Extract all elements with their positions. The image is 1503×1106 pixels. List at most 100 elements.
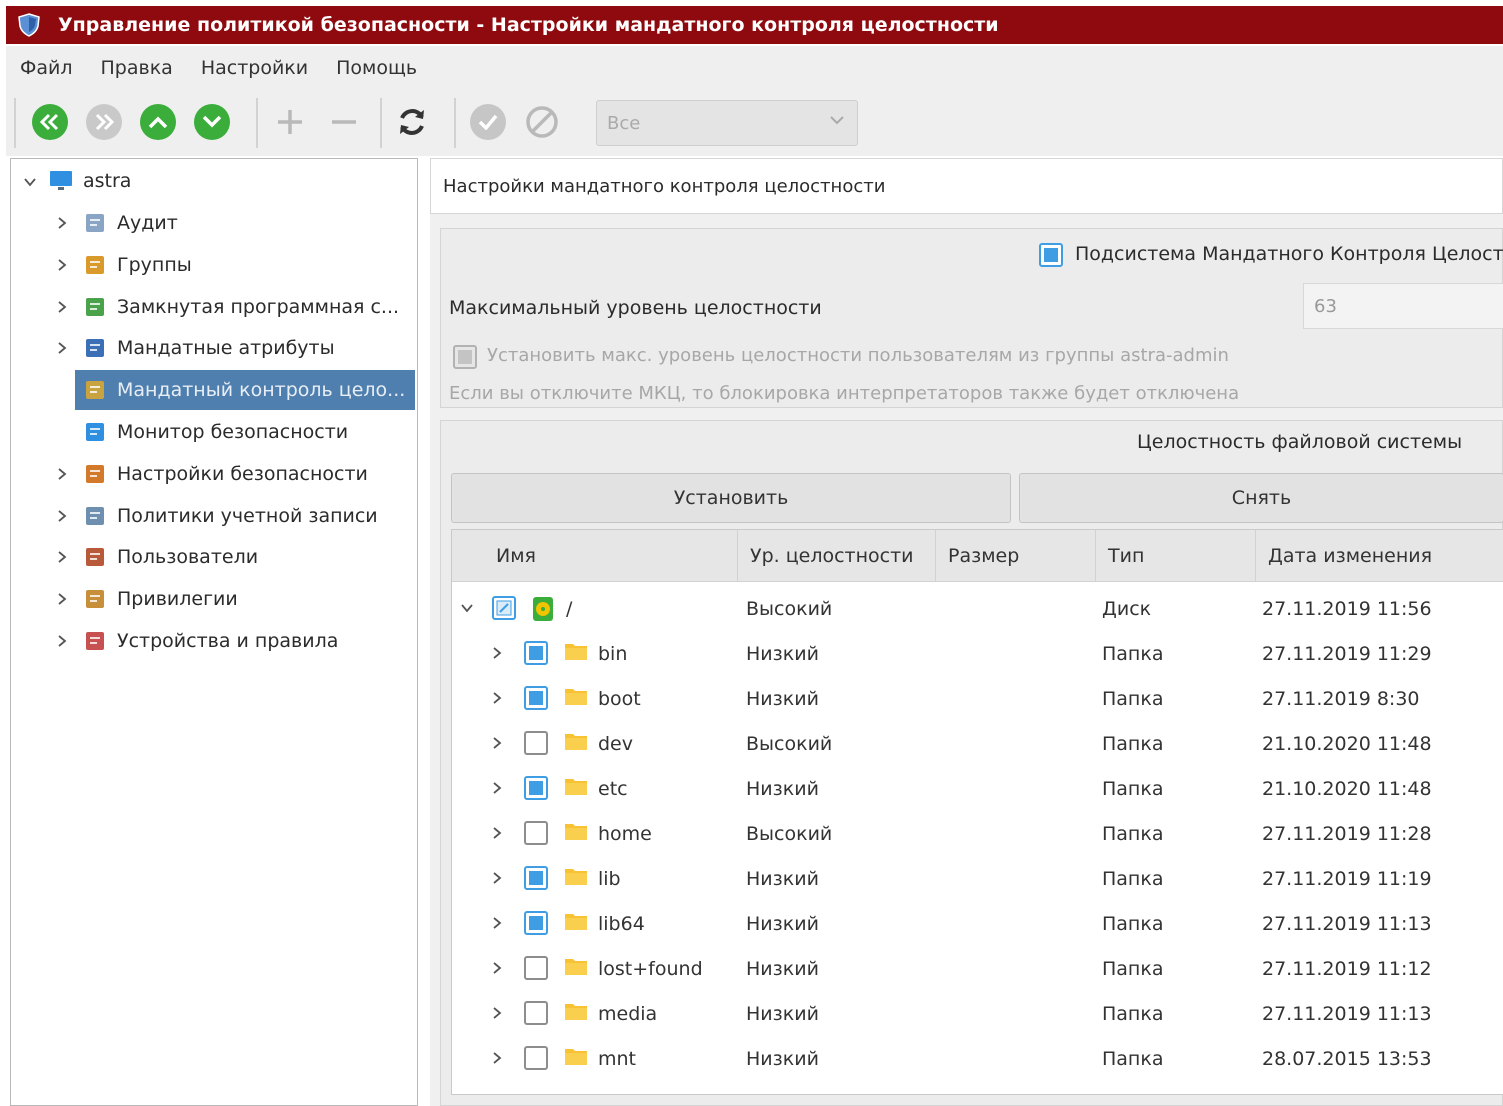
row-checkbox[interactable] [524, 821, 548, 845]
chevron-down-icon[interactable] [460, 601, 474, 615]
chevron-down-icon[interactable] [23, 175, 37, 189]
back-button[interactable] [32, 104, 68, 140]
chevron-right-icon[interactable] [55, 467, 69, 481]
chevron-right-icon[interactable] [490, 1051, 504, 1065]
tree-item[interactable]: Устройства и правила [11, 621, 415, 661]
chevron-right-icon[interactable] [55, 550, 69, 564]
row-checkbox[interactable] [524, 776, 548, 800]
table-row[interactable]: media Низкий Папка 27.11.2019 11:13 [452, 991, 1503, 1036]
chevron-right-icon[interactable] [55, 216, 69, 230]
refresh-button[interactable] [394, 104, 430, 140]
tree-item-label: Привилегии [117, 588, 238, 611]
row-name: home [598, 822, 652, 845]
double-chevron-right-icon [95, 113, 115, 131]
chevron-right-icon[interactable] [490, 916, 504, 930]
closed-software-icon [86, 297, 104, 316]
filter-select[interactable]: Все [596, 100, 858, 146]
shield-icon [18, 13, 40, 37]
row-checkbox[interactable] [524, 911, 548, 935]
menu-help[interactable]: Помощь [336, 57, 417, 79]
table-row[interactable]: etc Низкий Папка 21.10.2020 11:48 [452, 766, 1503, 811]
row-checkbox[interactable] [524, 731, 548, 755]
chevron-right-icon[interactable] [55, 509, 69, 523]
tree-item[interactable]: Политики учетной записи [11, 496, 415, 536]
chevron-down-icon [830, 116, 844, 125]
unset-button[interactable]: Снять [1019, 473, 1503, 523]
chevron-right-icon[interactable] [490, 871, 504, 885]
window-title: Управление политикой безопасности - Наст… [58, 14, 999, 36]
menu-edit[interactable]: Правка [101, 57, 173, 79]
set-button[interactable]: Установить [451, 473, 1011, 523]
tree-item[interactable]: Мандатные атрибуты [11, 328, 415, 368]
tree-item-astra[interactable]: astra [11, 161, 415, 201]
up-button[interactable] [140, 104, 176, 140]
table-row[interactable]: mnt Низкий Папка 28.07.2015 13:53 [452, 1036, 1503, 1081]
row-checkbox[interactable] [524, 1001, 548, 1025]
set-max-level-checkbox[interactable] [453, 345, 477, 369]
chevron-right-icon[interactable] [55, 300, 69, 314]
row-level: Высокий [746, 597, 833, 620]
chevron-right-icon[interactable] [55, 634, 69, 648]
row-checkbox[interactable] [492, 596, 516, 620]
row-checkbox[interactable] [524, 686, 548, 710]
table-row[interactable]: lib64 Низкий Папка 27.11.2019 11:13 [452, 901, 1503, 946]
disk-icon [533, 597, 553, 621]
column-level[interactable]: Ур. целостности [738, 530, 936, 582]
chevron-right-icon[interactable] [490, 826, 504, 840]
tree-item[interactable]: Пользователи [11, 537, 415, 577]
tree-item[interactable]: Настройки безопасности [11, 454, 415, 494]
folder-icon [565, 914, 587, 930]
chevron-right-icon[interactable] [490, 646, 504, 660]
chevron-right-icon[interactable] [490, 781, 504, 795]
row-name: etc [598, 777, 628, 800]
tree-item[interactable]: Мандатный контроль цело... [11, 370, 415, 411]
column-type[interactable]: Тип [1096, 530, 1256, 582]
chevron-right-icon[interactable] [55, 258, 69, 272]
tree-item[interactable]: Привилегии [11, 579, 415, 619]
row-checkbox[interactable] [524, 641, 548, 665]
row-checkbox[interactable] [524, 1046, 548, 1070]
filesystem-table: Имя Ур. целостности Размер Тип Дата изме… [451, 529, 1503, 1095]
tree-item[interactable]: Замкнутая программная с... [11, 287, 415, 327]
chevron-right-icon[interactable] [490, 691, 504, 705]
toolbar-separator [256, 98, 258, 148]
row-level: Низкий [746, 1047, 819, 1070]
folder-icon [565, 689, 587, 705]
menu-file[interactable]: Файл [20, 57, 73, 79]
subsystem-checkbox[interactable] [1039, 243, 1063, 267]
tree-item[interactable]: Аудит [11, 203, 415, 243]
table-row[interactable]: dev Высокий Папка 21.10.2020 11:48 [452, 721, 1503, 766]
remove-button[interactable] [326, 104, 362, 140]
table-row[interactable]: lib Низкий Папка 27.11.2019 11:19 [452, 856, 1503, 901]
chevron-right-icon[interactable] [490, 1006, 504, 1020]
add-button[interactable] [272, 104, 308, 140]
tree-item[interactable]: Монитор безопасности [11, 412, 415, 452]
row-checkbox[interactable] [524, 866, 548, 890]
tree-item[interactable]: Группы [11, 245, 415, 285]
apply-button[interactable] [470, 104, 506, 140]
chevron-right-icon[interactable] [55, 592, 69, 606]
row-checkbox[interactable] [524, 956, 548, 980]
table-row-root[interactable]: / Высокий Диск 27.11.2019 11:56 [452, 586, 1503, 631]
column-name[interactable]: Имя [452, 530, 738, 582]
double-chevron-left-icon [39, 113, 59, 131]
table-row[interactable]: home Высокий Папка 27.11.2019 11:28 [452, 811, 1503, 856]
column-date[interactable]: Дата изменения [1256, 530, 1503, 582]
table-row[interactable]: lost+found Низкий Папка 27.11.2019 11:12 [452, 946, 1503, 991]
down-button[interactable] [194, 104, 230, 140]
menu-settings[interactable]: Настройки [201, 57, 308, 79]
tree-item-label: Аудит [117, 212, 178, 234]
table-row[interactable]: boot Низкий Папка 27.11.2019 8:30 [452, 676, 1503, 721]
cancel-button[interactable] [524, 104, 560, 140]
column-size[interactable]: Размер [936, 530, 1096, 582]
chevron-right-icon[interactable] [490, 736, 504, 750]
row-date: 21.10.2020 11:48 [1262, 777, 1432, 800]
main-panel: Настройки мандатного контроля целостност… [430, 158, 1503, 1106]
max-level-input[interactable]: 63 [1303, 283, 1503, 329]
chevron-right-icon[interactable] [490, 961, 504, 975]
forward-button[interactable] [86, 104, 122, 140]
integrity-control-icon [86, 381, 104, 400]
account-policies-icon [86, 506, 104, 525]
chevron-right-icon[interactable] [55, 341, 69, 355]
table-row[interactable]: bin Низкий Папка 27.11.2019 11:29 [452, 631, 1503, 676]
